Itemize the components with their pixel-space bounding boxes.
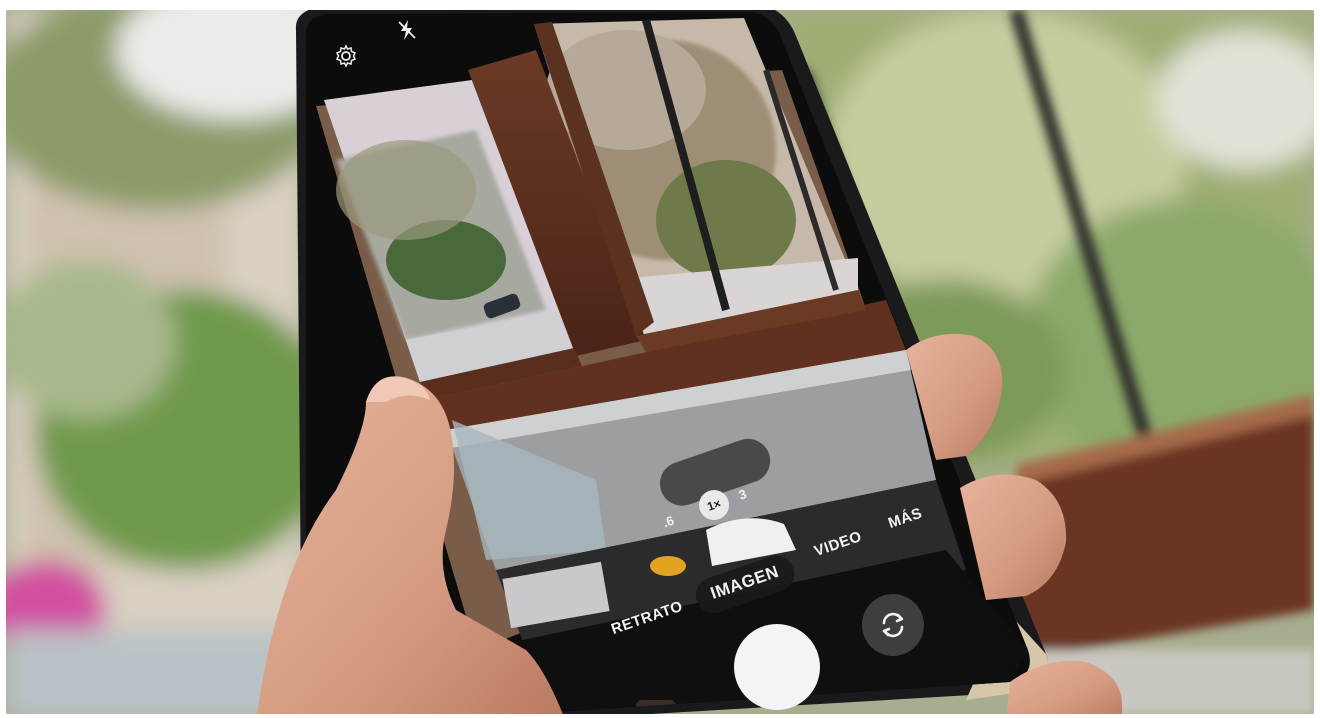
zoom-0-6-button[interactable]: .6 [661,513,676,531]
mode-mas[interactable]: MÁS [886,505,924,532]
photo: .6 1× 3 RETRATO IMAGEN VIDEO MÁS [6,10,1314,714]
switch-camera-button[interactable] [862,594,924,656]
switch-camera-icon [882,612,904,638]
flash-off-icon[interactable] [396,18,418,42]
mode-retrato[interactable]: RETRATO [609,598,685,638]
zoom-3-button[interactable]: 3 [737,486,749,503]
mode-video[interactable]: VIDEO [812,528,864,560]
shutter-button[interactable] [734,624,820,710]
gear-icon[interactable] [334,44,358,68]
